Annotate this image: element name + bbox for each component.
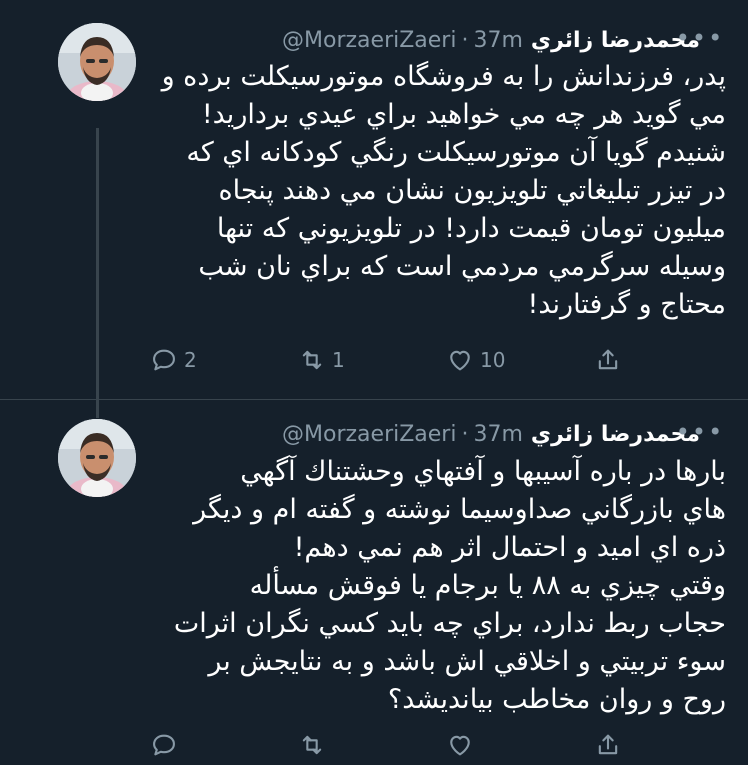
retweet-icon bbox=[302, 350, 322, 370]
avatar[interactable] bbox=[58, 23, 136, 101]
tweet-meta: @MorzaeriZaeri · 37m bbox=[282, 28, 523, 53]
like-button[interactable]: 10 bbox=[446, 340, 505, 380]
reply-button[interactable]: 2 bbox=[150, 340, 197, 380]
tweet-text: پدر، فرزندانش را به فروشگاه موتورسيکلت ب… bbox=[161, 58, 726, 324]
retweet-button[interactable] bbox=[298, 725, 326, 765]
share-button[interactable] bbox=[594, 725, 622, 765]
tweet-text-line: سوء تربيتي و اخلاقي اش باشد و به نتايجش … bbox=[208, 646, 726, 677]
tweet-meta: @MorzaeriZaeri · 37m bbox=[282, 422, 523, 447]
tweet-text-line: محتاج و گرفتارند! bbox=[527, 289, 726, 320]
heart-icon bbox=[450, 350, 470, 371]
tweet-actions bbox=[150, 725, 630, 765]
tweet-text-line: ذره اي اميد و احتمال اثر هم نمي دهم! bbox=[293, 532, 726, 563]
meta-separator: · bbox=[461, 421, 469, 447]
avatar[interactable] bbox=[58, 419, 136, 497]
tweet-text-line: هاي بازرگاني صداوسيما نوشته و گفته ام و … bbox=[193, 494, 726, 525]
tweet-text-line: وسيله سرگرمي مردمي است که براي نان شب bbox=[198, 251, 726, 282]
tweet-header: محمدرضا زائري @MorzaeriZaeri · 37m bbox=[282, 23, 700, 57]
tweet-text-line: مي گويد هر چه مي خواهيد براي عيدي برداري… bbox=[201, 99, 726, 130]
retweet-icon bbox=[302, 735, 322, 755]
tweet[interactable]: محمدرضا زائري @MorzaeriZaeri · 37m ••• پ… bbox=[0, 0, 748, 400]
author-handle[interactable]: @MorzaeriZaeri bbox=[282, 28, 456, 53]
tweet-text-line: پدر، فرزندانش را به فروشگاه موتورسيکلت ب… bbox=[161, 61, 726, 92]
share-icon bbox=[598, 349, 618, 370]
reply-button[interactable] bbox=[150, 725, 178, 765]
tweet-text-line: روح و روان مخاطب بيانديشد؟ bbox=[387, 684, 726, 715]
more-horizontal-icon[interactable]: ••• bbox=[670, 417, 730, 451]
avatar-photo bbox=[58, 23, 136, 101]
tweet-text-line: شنيدم گويا آن موتورسيکلت رنگي کودکانه اي… bbox=[186, 137, 726, 168]
more-horizontal-icon[interactable]: ••• bbox=[670, 23, 730, 57]
share-button[interactable] bbox=[594, 340, 622, 380]
tweet-actions: 2 1 10 bbox=[150, 340, 630, 380]
tweet-text: بارها در باره آسيبها و آفتهاي وحشتناك آگ… bbox=[166, 453, 726, 719]
retweet-count: 1 bbox=[332, 348, 345, 372]
tweet-text-line: ميليون تومان قيمت دارد! در تلويزيوني که … bbox=[216, 213, 726, 244]
avatar-photo bbox=[58, 419, 136, 497]
author-handle[interactable]: @MorzaeriZaeri bbox=[282, 422, 456, 447]
tweet-text-line: حجاب ربط ندارد، براي چه بايد کسي نگران ا… bbox=[173, 608, 726, 639]
tweet-time[interactable]: 37m bbox=[473, 422, 522, 447]
tweet-text-line: در تيزر تبليغاتي تلويزيون نشان مي دهند پ… bbox=[218, 175, 726, 206]
like-count: 10 bbox=[480, 348, 506, 372]
share-icon bbox=[598, 734, 618, 755]
like-button[interactable] bbox=[446, 725, 474, 765]
retweet-button[interactable]: 1 bbox=[298, 340, 345, 380]
reply-count: 2 bbox=[184, 348, 197, 372]
tweet-header: محمدرضا زائري @MorzaeriZaeri · 37m bbox=[282, 417, 700, 451]
tweet-text-line: وقتي چيزي به ۸۸ يا برجام يا فوقش مسأله bbox=[249, 570, 726, 601]
heart-icon bbox=[450, 735, 470, 756]
reply-icon bbox=[153, 349, 175, 371]
tweet[interactable]: محمدرضا زائري @MorzaeriZaeri · 37m ••• ب… bbox=[0, 400, 748, 756]
meta-separator: · bbox=[461, 27, 469, 53]
tweet-text-line: بارها در باره آسيبها و آفتهاي وحشتناك آگ… bbox=[240, 456, 726, 487]
tweet-time[interactable]: 37m bbox=[473, 28, 522, 53]
reply-icon bbox=[153, 734, 175, 756]
